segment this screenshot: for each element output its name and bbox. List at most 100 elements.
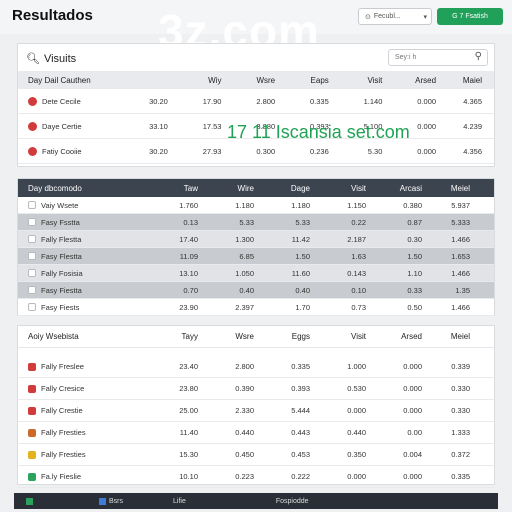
row-name-text: Fally Freslee	[41, 362, 84, 371]
table-cell: 1.333	[451, 428, 470, 437]
table-row[interactable]: Daye Certie 33.10 17.53 3.880 0.393 5.100 0.00…	[18, 114, 494, 139]
table-cell: 0.440	[235, 428, 254, 437]
status-icon	[28, 450, 36, 459]
table-cell: 30.20	[149, 96, 168, 106]
column-header[interactable]: Day Dail Cauthen	[18, 76, 114, 85]
column-header[interactable]: Taw	[118, 184, 198, 193]
column-header[interactable]: Day dbcomodo	[18, 184, 118, 193]
table-cell: 0.380	[403, 200, 422, 210]
table-cell: 0.004	[403, 450, 422, 459]
taskbar-item[interactable]: Bsrs	[99, 497, 123, 505]
row-name-cell: Fally Cresice	[18, 384, 118, 393]
column-header[interactable]: Meiel	[422, 332, 482, 341]
row-checkbox[interactable]	[28, 218, 36, 226]
table-cell: 2.397	[235, 302, 254, 312]
table-cell: 0.300	[256, 146, 276, 156]
primary-action-button[interactable]: G 7 Fsatish	[437, 8, 503, 25]
table-cell: 0.390	[235, 384, 254, 393]
column-header[interactable]: Visit	[310, 332, 366, 341]
column-header[interactable]: Eggs	[254, 332, 310, 341]
table-row[interactable]: Fally Fosisia 13.10 1.050 11.60 0.143 1.10 1.4…	[18, 265, 494, 282]
row-checkbox[interactable]	[28, 252, 36, 260]
row-name-text: Fasy Fiests	[41, 302, 80, 312]
filter-select-label: Fecubl...	[373, 13, 401, 20]
table-cell: 4.356	[463, 146, 483, 156]
column-header[interactable]: Arcasi	[366, 184, 422, 193]
table-cell: 5.33	[295, 217, 310, 227]
row-checkbox[interactable]	[28, 269, 36, 277]
row-checkbox[interactable]	[28, 303, 36, 311]
table-cell: 23.40	[179, 362, 198, 371]
column-header[interactable]: Wsre	[198, 332, 254, 341]
table-cell: 0.223	[235, 472, 254, 481]
table-row[interactable]: Fally Fresties 15.30 0.450 0.453 0.350 0.004 0…	[18, 444, 494, 466]
row-name-text: Fally Crestie	[41, 406, 83, 415]
taskbar-item[interactable]: Lifie	[173, 498, 186, 505]
table-row[interactable]: Vaiy Wsete 1.760 1.180 1.180 1.150 0.380 5.937	[18, 197, 494, 214]
row-checkbox[interactable]	[28, 235, 36, 243]
table-row[interactable]: Fally Flestta 17.40 1.300 11.42 2.187 0.30 1.4…	[18, 231, 494, 248]
table-cell: 5.444	[291, 406, 310, 415]
column-header[interactable]: Wsre	[221, 76, 275, 85]
row-name-cell: Dete Cecile	[18, 96, 114, 106]
table-row[interactable]: Fa.ly Fieslie 10.10 0.223 0.222 0.000 0.000 0.…	[18, 466, 494, 488]
table-cell: 0.87	[407, 217, 422, 227]
column-header[interactable]: Wire	[198, 184, 254, 193]
taskbar-item[interactable]: Fospiodde	[276, 498, 309, 505]
start-button[interactable]	[14, 497, 44, 505]
table-cell: 0.30	[407, 234, 422, 244]
app-title: Resultados	[12, 7, 93, 24]
table-row[interactable]: Fasy Flestta 11.09 6.85 1.50 1.63 1.50 1.653	[18, 248, 494, 265]
row-name-text: Fally Flestta	[41, 234, 82, 244]
column-header[interactable]: Arsed	[382, 76, 436, 85]
column-header[interactable]: Maiel	[436, 76, 494, 85]
table-cell: 1.50	[295, 251, 310, 261]
table-cell: 0.530	[347, 384, 366, 393]
column-header[interactable]: Meiel	[422, 184, 482, 193]
row-name-cell: Fally Crestie	[18, 406, 118, 415]
table-row[interactable]: Fally Freslee 23.40 2.800 0.335 1.000 0.000 0.…	[18, 356, 494, 378]
table-row[interactable]: Fasy Fsstta 0.13 5.33 5.33 0.22 0.87 5.333	[18, 214, 494, 231]
filter-select[interactable]: ⊙ Fecubl... ▾	[358, 8, 432, 25]
table-cell: 5.33	[239, 217, 254, 227]
column-header[interactable]: Visit	[310, 184, 366, 193]
table-row[interactable]: Fasy Fiestta 0.70 0.40 0.40 0.10 0.33 1.35	[18, 282, 494, 299]
column-header[interactable]: Wiy	[168, 76, 221, 85]
table-cell: 0.450	[235, 450, 254, 459]
taskbar-item-label: Fospiodde	[275, 497, 309, 505]
row-name-cell: Fasy Fiestta	[18, 286, 118, 295]
table-row[interactable]: Fally Crestie 25.00 2.330 5.444 0.000 0.000 0.…	[18, 400, 494, 422]
row-name-text: Daye Certie	[42, 121, 82, 131]
taskbar: Bsrs Lifie Fospiodde	[14, 493, 498, 509]
column-header[interactable]: Aoiy Wsebista	[18, 332, 118, 341]
search-placeholder: Sey:i h	[395, 54, 417, 61]
column-header[interactable]: Tayy	[118, 332, 198, 341]
app-header: Resultados 3z.com ⊙ Fecubl... ▾ G 7 Fsat…	[0, 0, 512, 57]
column-header[interactable]: Eaps	[275, 76, 329, 85]
filter-icon: ⊙	[365, 13, 371, 21]
column-header[interactable]: Arsed	[366, 332, 422, 341]
table-row[interactable]: Fatiy Cooiie 30.20 27.93 0.300 0.236 5.30 0.00…	[18, 139, 494, 164]
row-checkbox[interactable]	[28, 286, 36, 294]
table-row[interactable]: Dete Cecile 30.20 17.90 2.800 0.335 1.140 0.00…	[18, 89, 494, 114]
app-icon	[99, 497, 106, 505]
column-header[interactable]: Visit	[329, 76, 382, 85]
table-cell: 1.150	[347, 200, 366, 210]
search-input[interactable]: Sey:i h ⚲	[388, 49, 488, 66]
row-name-text: Dete Cecile	[42, 96, 81, 106]
table-row[interactable]: Fally Fresties 11.40 0.440 0.443 0.440 0.00 1.…	[18, 422, 494, 444]
table-row[interactable]: Fasy Fiests 23.90 2.397 1.70 0.73 0.50 1.466	[18, 299, 494, 316]
details-panel: Day dbcomodo Taw Wire Dage Visit Arcasi …	[17, 178, 495, 316]
row-checkbox[interactable]	[28, 201, 36, 209]
table-cell: 0.236	[309, 146, 329, 156]
table-cell: 0.33	[407, 285, 422, 295]
table-cell: 1.653	[451, 251, 470, 261]
table-cell: 0.440	[347, 428, 366, 437]
column-header[interactable]: Dage	[254, 184, 310, 193]
row-name-cell: Fally Fosisia	[18, 269, 118, 278]
table-cell: 1.50	[407, 251, 422, 261]
status-icon	[28, 96, 37, 106]
table-cell: 1.63	[351, 251, 366, 261]
table-row[interactable]: Fally Cresice 23.80 0.390 0.393 0.530 0.000 0.…	[18, 378, 494, 400]
table-cell: 5.100	[363, 121, 383, 131]
